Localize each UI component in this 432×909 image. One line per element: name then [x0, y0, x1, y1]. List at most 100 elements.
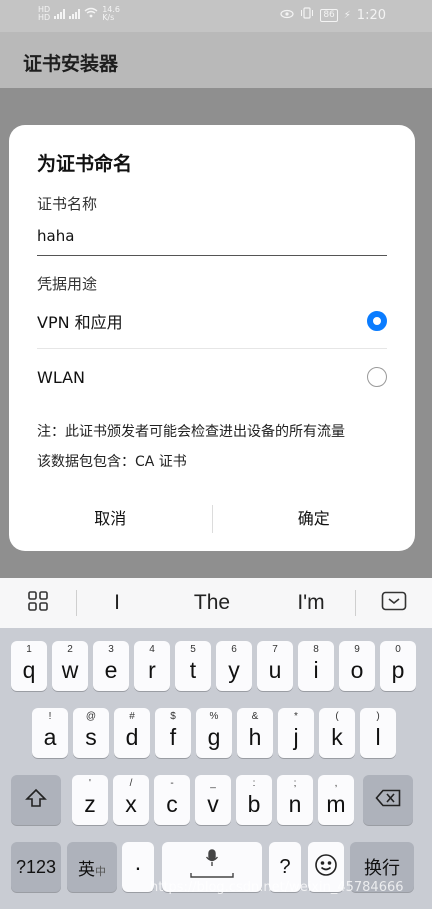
dot-key-label: · [134, 853, 142, 880]
option-wlan[interactable]: WLAN [37, 355, 387, 399]
key-d-label: d [125, 723, 139, 750]
symbols-key-label: ?123 [15, 856, 57, 877]
key-n[interactable]: ; n [277, 775, 313, 825]
key-w[interactable]: 2w [52, 641, 88, 691]
key-a[interactable]: ! a [32, 708, 68, 758]
net-speed-unit: K/s [102, 13, 115, 22]
key-x-label: x [125, 790, 137, 817]
name-certificate-dialog: 为证书命名 证书名称 凭据用途 VPN 和应用 WLAN 注：此证书颁发者可能会… [9, 125, 415, 551]
key-c[interactable]: -c [154, 775, 190, 825]
key-e[interactable]: 3e [93, 641, 129, 691]
key-p-symbol: 0 [395, 644, 401, 655]
key-l-symbol: ) [376, 711, 380, 722]
key-r[interactable]: 4r [134, 641, 170, 691]
key-m[interactable]: ,m [318, 775, 354, 825]
key-q[interactable]: 1q [11, 641, 47, 691]
key-l-label: l [375, 723, 381, 750]
key-g[interactable]: % g [196, 708, 232, 758]
key-n-label: n [288, 790, 302, 817]
suggestion-3[interactable]: I'm [267, 578, 355, 628]
key-k-symbol: ( [335, 711, 339, 722]
key-b-label: b [247, 790, 261, 817]
emoji-icon [314, 853, 338, 882]
signal-1-icon [54, 9, 66, 19]
suggestion-1-text: I [114, 591, 120, 614]
key-g-label: g [207, 723, 221, 750]
key-j-label: j [293, 723, 299, 750]
key-r-label: r [148, 656, 156, 683]
package-contents-note: 该数据包包含：CA 证书 [37, 454, 187, 470]
status-bar: HD HD 14.6 K/s 86 ⚡ 1:20 [0, 0, 432, 32]
backspace-icon [375, 789, 401, 812]
vibrate-icon [300, 7, 314, 23]
key-t[interactable]: 5t [175, 641, 211, 691]
key-f[interactable]: $ f [155, 708, 191, 758]
watermark-text: https://blog.csdn.net/weixin_45784666 [150, 880, 404, 895]
key-i-symbol: 8 [313, 644, 319, 655]
key-d-symbol: # [129, 711, 135, 722]
app-title: 证书安装器 [23, 53, 119, 75]
grid-menu-icon [27, 590, 49, 616]
key-l[interactable]: ) l [360, 708, 396, 758]
radio-vpn-apps-selected[interactable] [367, 311, 387, 331]
key-x[interactable]: / x [113, 775, 149, 825]
battery-level: 86 [320, 8, 338, 22]
suggestion-3-text: I'm [297, 591, 325, 614]
cancel-button[interactable]: 取消 [9, 501, 212, 541]
charging-icon: ⚡ [343, 9, 351, 21]
key-o[interactable]: 9o [339, 641, 375, 691]
status-left: HD HD 14.6 K/s [38, 6, 120, 22]
key-y[interactable]: 6y [216, 641, 252, 691]
key-g-symbol: % [209, 711, 219, 722]
key-s[interactable]: @ s [73, 708, 109, 758]
key-v[interactable]: _ v [195, 775, 231, 825]
key-o-label: o [350, 656, 364, 683]
key-j[interactable]: * j [278, 708, 314, 758]
key-d[interactable]: # d [114, 708, 150, 758]
ok-button[interactable]: 确定 [213, 501, 416, 541]
app-bar: 证书安装器 [0, 32, 432, 88]
language-switch-key[interactable]: 英 中 [67, 842, 117, 892]
key-f-symbol: $ [170, 711, 176, 722]
key-b[interactable]: :b [236, 775, 272, 825]
symbols-key[interactable]: ?123 [11, 842, 61, 892]
key-u[interactable]: 7u [257, 641, 293, 691]
key-s-symbol: @ [85, 711, 97, 722]
sim2-hd-badge: HD [38, 13, 51, 22]
key-z-label: z [84, 790, 96, 817]
key-s-label: s [85, 723, 97, 750]
key-h[interactable]: & h [237, 708, 273, 758]
key-k[interactable]: (k [319, 708, 355, 758]
key-m-symbol: , [334, 778, 338, 789]
radio-wlan-unselected[interactable] [367, 367, 387, 387]
keyboard-menu-button[interactable] [0, 578, 76, 628]
option-vpn-apps[interactable]: VPN 和应用 [37, 299, 387, 343]
shift-key[interactable] [11, 775, 61, 825]
language-key-sub: 中 [95, 866, 106, 878]
key-o-symbol: 9 [354, 644, 360, 655]
soft-keyboard: 1q2w3e4r5t6y7u8i9o0p ! a @ s # d $ f% g & h * j(k) l … [0, 628, 432, 909]
key-q-symbol: 1 [26, 644, 32, 655]
key-a-symbol: ! [48, 711, 52, 722]
dialog-actions: 取消 确定 [9, 501, 415, 541]
certificate-name-label: 证书名称 [37, 195, 98, 213]
option-wlan-label: WLAN [37, 367, 86, 387]
key-q-label: q [22, 656, 36, 683]
key-j-symbol: * [294, 711, 298, 722]
suggestion-2[interactable]: The [157, 578, 267, 628]
key-m-label: m [326, 790, 346, 817]
issuer-warning-note: 注：此证书颁发者可能会检查进出设备的所有流量 [37, 424, 345, 440]
suggestion-1[interactable]: I [77, 578, 157, 628]
key-u-symbol: 7 [272, 644, 278, 655]
key-n-symbol: ; [293, 778, 297, 789]
key-i[interactable]: 8i [298, 641, 334, 691]
key-z[interactable]: ' z [72, 775, 108, 825]
backspace-key[interactable] [363, 775, 413, 825]
certificate-name-field[interactable] [37, 225, 387, 256]
shift-icon [25, 788, 47, 813]
certificate-name-input[interactable] [37, 225, 387, 245]
key-p[interactable]: 0p [380, 641, 416, 691]
key-x-symbol: / [129, 778, 133, 789]
key-y-label: y [228, 656, 240, 683]
hide-keyboard-button[interactable] [356, 578, 432, 628]
